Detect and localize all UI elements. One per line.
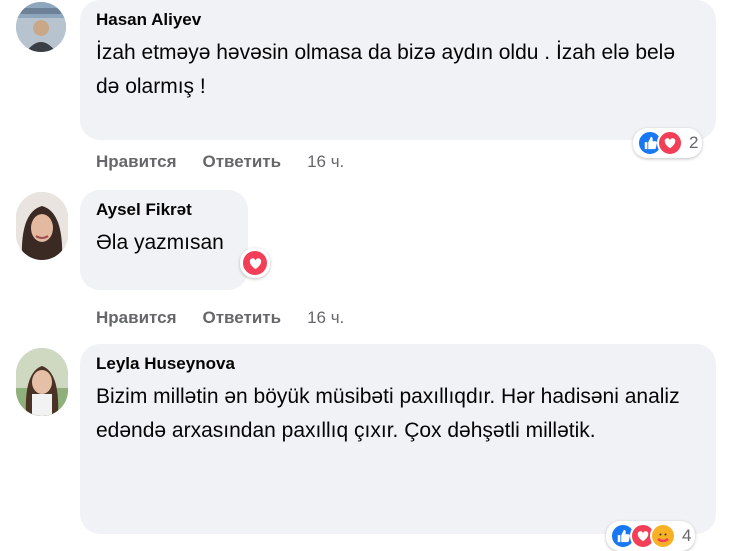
avatar[interactable] xyxy=(16,2,66,52)
avatar-image xyxy=(16,192,68,260)
reply-button[interactable]: Ответить xyxy=(203,152,282,172)
like-button[interactable]: Нравится xyxy=(96,152,177,172)
reaction-summary[interactable]: 4 xyxy=(606,521,696,551)
comment-actions: Нравится Ответить 16 ч. xyxy=(96,308,344,328)
comment-text: Əla yazmısan xyxy=(96,231,224,254)
avatar[interactable] xyxy=(16,192,68,260)
reaction-count: 4 xyxy=(682,526,692,545)
reaction-count: 2 xyxy=(689,133,699,152)
like-button[interactable]: Нравится xyxy=(96,308,177,328)
reaction-summary[interactable] xyxy=(240,248,270,278)
comment-author[interactable]: Leyla Huseynova xyxy=(96,354,700,374)
comment-bubble: Leyla Huseynova Bizim millətin ən böyük … xyxy=(80,344,716,534)
comment-author[interactable]: Aysel Fikrət xyxy=(96,200,232,220)
comment-text: İzah etməyə həvəsin olmasa da bizə aydın… xyxy=(96,41,676,98)
avatar-image xyxy=(16,2,66,52)
comment-time[interactable]: 16 ч. xyxy=(307,152,344,172)
reply-button[interactable]: Ответить xyxy=(203,308,282,328)
comment-bubble: Aysel Fikrət Əla yazmısan xyxy=(80,190,248,290)
comment-time[interactable]: 16 ч. xyxy=(307,308,344,328)
comment-author[interactable]: Hasan Aliyev xyxy=(96,10,700,30)
comment-text: Bizim millətin ən böyük müsibəti paxıllı… xyxy=(96,385,680,442)
comment-bubble: Hasan Aliyev İzah etməyə həvəsin olmasa … xyxy=(80,0,716,140)
avatar[interactable] xyxy=(16,348,68,416)
avatar-image xyxy=(16,348,68,416)
comment-actions: Нравится Ответить 16 ч. xyxy=(96,152,344,172)
reaction-summary[interactable]: 2 xyxy=(633,128,703,158)
love-icon xyxy=(241,249,269,277)
love-icon xyxy=(657,130,683,156)
care-icon xyxy=(650,523,676,549)
